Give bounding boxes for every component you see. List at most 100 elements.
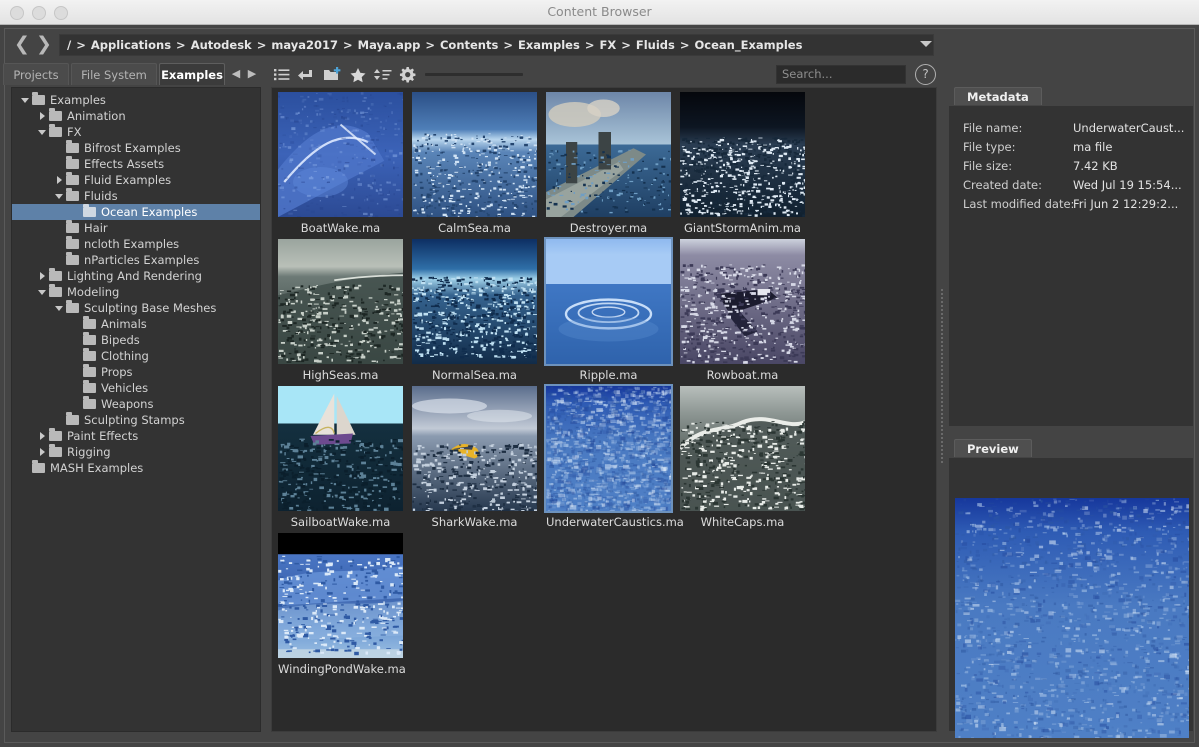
tree-item-props[interactable]: Props xyxy=(12,364,260,380)
tree-item-ocean-examples[interactable]: Ocean Examples xyxy=(12,204,260,220)
tree-item-paint-effects[interactable]: Paint Effects xyxy=(12,428,260,444)
file-grid-panel[interactable]: BoatWake.ma CalmSea.ma Destroyer.ma GiantSt… xyxy=(271,87,937,732)
tab-file-system[interactable]: File System xyxy=(71,63,157,85)
tree-item-rigging[interactable]: Rigging xyxy=(12,444,260,460)
splitter-dot xyxy=(941,317,943,319)
tab-scroll-left-icon[interactable]: ◀ xyxy=(229,67,243,81)
thumbnail-size-slider[interactable] xyxy=(425,73,523,76)
tree-item-modeling[interactable]: Modeling xyxy=(12,284,260,300)
file-grid-item[interactable]: WhiteCaps.ma xyxy=(680,386,805,529)
file-thumbnail[interactable] xyxy=(278,92,403,217)
file-grid-item[interactable]: BoatWake.ma xyxy=(278,92,403,235)
file-grid-item[interactable]: WindingPondWake.ma xyxy=(278,533,406,676)
file-grid-item[interactable]: Destroyer.ma xyxy=(546,92,671,235)
breadcrumb-segment[interactable]: Contents xyxy=(440,38,498,52)
file-thumbnail[interactable] xyxy=(546,92,671,217)
breadcrumb-segment[interactable]: Maya.app xyxy=(358,38,421,52)
metadata-body: File name: UnderwaterCaust... File type: ma… xyxy=(948,105,1194,427)
tab-scroll-right-icon[interactable]: ▶ xyxy=(245,67,259,81)
tree-item-clothing[interactable]: Clothing xyxy=(12,348,260,364)
file-grid-item[interactable]: GiantStormAnim.ma xyxy=(680,92,805,235)
breadcrumb-segment[interactable]: Ocean_Examples xyxy=(695,38,803,52)
file-thumbnail[interactable] xyxy=(680,239,805,364)
file-grid-item[interactable]: SailboatWake.ma xyxy=(278,386,403,529)
tab-preview[interactable]: Preview xyxy=(954,439,1032,457)
new-folder-icon[interactable] xyxy=(322,65,342,84)
twisty-closed-icon[interactable] xyxy=(37,108,49,124)
help-icon[interactable]: ? xyxy=(915,64,936,85)
tree-item-bifrost-examples[interactable]: Bifrost Examples xyxy=(12,140,260,156)
tree-item-fx[interactable]: FX xyxy=(12,124,260,140)
tree-item-fluid-examples[interactable]: Fluid Examples xyxy=(12,172,260,188)
twisty-open-icon[interactable] xyxy=(37,284,49,300)
file-name-label: HighSeas.ma xyxy=(302,368,379,382)
breadcrumb-segment[interactable]: Autodesk xyxy=(191,38,252,52)
file-thumbnail[interactable] xyxy=(544,237,673,366)
file-grid-item[interactable]: SharkWake.ma xyxy=(412,386,537,529)
file-thumbnail[interactable] xyxy=(680,92,805,217)
tree-item-mash-examples[interactable]: MASH Examples xyxy=(12,460,260,476)
file-grid-item[interactable]: NormalSea.ma xyxy=(412,239,537,382)
sort-icon[interactable] xyxy=(373,65,393,84)
file-thumbnail[interactable] xyxy=(278,239,403,364)
tree-item-ncloth-examples[interactable]: ncloth Examples xyxy=(12,236,260,252)
twisty-open-icon[interactable] xyxy=(37,124,49,140)
breadcrumb-path-field[interactable]: / > Applications > Autodesk > maya2017 > Maya.ap… xyxy=(59,34,934,56)
breadcrumb-segment[interactable]: FX xyxy=(599,38,616,52)
file-thumbnail[interactable] xyxy=(412,92,537,217)
tree-item-nparticles-examples[interactable]: nParticles Examples xyxy=(12,252,260,268)
breadcrumb-segment[interactable]: Applications xyxy=(91,38,171,52)
file-thumbnail[interactable] xyxy=(412,239,537,364)
file-thumbnail[interactable] xyxy=(544,384,673,513)
tree-item-bipeds[interactable]: Bipeds xyxy=(12,332,260,348)
tab-projects[interactable]: Projects xyxy=(3,63,69,85)
search-input[interactable]: Search... xyxy=(776,65,906,84)
tree-item-sculpting-stamps[interactable]: Sculpting Stamps xyxy=(12,412,260,428)
breadcrumb-segment[interactable]: / xyxy=(67,38,71,52)
chevron-right-icon[interactable]: ❯ xyxy=(33,34,55,56)
twisty-open-icon[interactable] xyxy=(54,188,66,204)
settings-gear-icon[interactable] xyxy=(397,65,417,84)
breadcrumb-segment[interactable]: Examples xyxy=(518,38,580,52)
splitter-dot xyxy=(941,417,943,419)
tree-item-hair[interactable]: Hair xyxy=(12,220,260,236)
chevron-down-icon[interactable] xyxy=(920,41,932,47)
twisty-closed-icon[interactable] xyxy=(37,268,49,284)
tab-metadata[interactable]: Metadata xyxy=(954,87,1042,105)
folder-tree-panel[interactable]: Examples Animation FX Bifrost Examples Effec… xyxy=(11,87,261,732)
twisty-closed-icon[interactable] xyxy=(37,444,49,460)
twisty-closed-icon[interactable] xyxy=(54,172,66,188)
file-grid-item[interactable]: UnderwaterCaustics.ma xyxy=(544,384,684,529)
tab-examples[interactable]: Examples xyxy=(159,63,225,85)
tree-item-lighting-and-rendering[interactable]: Lighting And Rendering xyxy=(12,268,260,284)
tree-item-animation[interactable]: Animation xyxy=(12,108,260,124)
tree-item-weapons[interactable]: Weapons xyxy=(12,396,260,412)
file-thumbnail[interactable] xyxy=(680,386,805,511)
breadcrumb-segment[interactable]: Fluids xyxy=(636,38,675,52)
file-grid-item[interactable]: CalmSea.ma xyxy=(412,92,537,235)
tree-item-fluids[interactable]: Fluids xyxy=(12,188,260,204)
file-grid-item[interactable]: Rowboat.ma xyxy=(680,239,805,382)
tree-item-effects-assets[interactable]: Effects Assets xyxy=(12,156,260,172)
file-grid-item[interactable]: Ripple.ma xyxy=(544,237,673,382)
tree-item-label: Modeling xyxy=(67,285,120,299)
twisty-open-icon[interactable] xyxy=(54,300,66,316)
file-thumbnail[interactable] xyxy=(412,386,537,511)
tree-item-examples[interactable]: Examples xyxy=(12,92,260,108)
breadcrumb-segment[interactable]: maya2017 xyxy=(271,38,338,52)
file-thumbnail[interactable] xyxy=(278,533,403,658)
list-view-icon[interactable] xyxy=(272,65,292,84)
tree-item-sculpting-base-meshes[interactable]: Sculpting Base Meshes xyxy=(12,300,260,316)
file-thumbnail[interactable] xyxy=(278,386,403,511)
chevron-left-icon[interactable]: ❮ xyxy=(11,34,33,56)
file-grid-item[interactable]: HighSeas.ma xyxy=(278,239,403,382)
tree-item-vehicles[interactable]: Vehicles xyxy=(12,380,260,396)
favorite-star-icon[interactable] xyxy=(348,65,368,84)
panel-splitter-handle[interactable] xyxy=(940,287,944,547)
tree-item-animals[interactable]: Animals xyxy=(12,316,260,332)
twisty-closed-icon[interactable] xyxy=(37,428,49,444)
up-one-level-icon[interactable] xyxy=(296,65,316,84)
twisty-open-icon[interactable] xyxy=(20,92,32,108)
